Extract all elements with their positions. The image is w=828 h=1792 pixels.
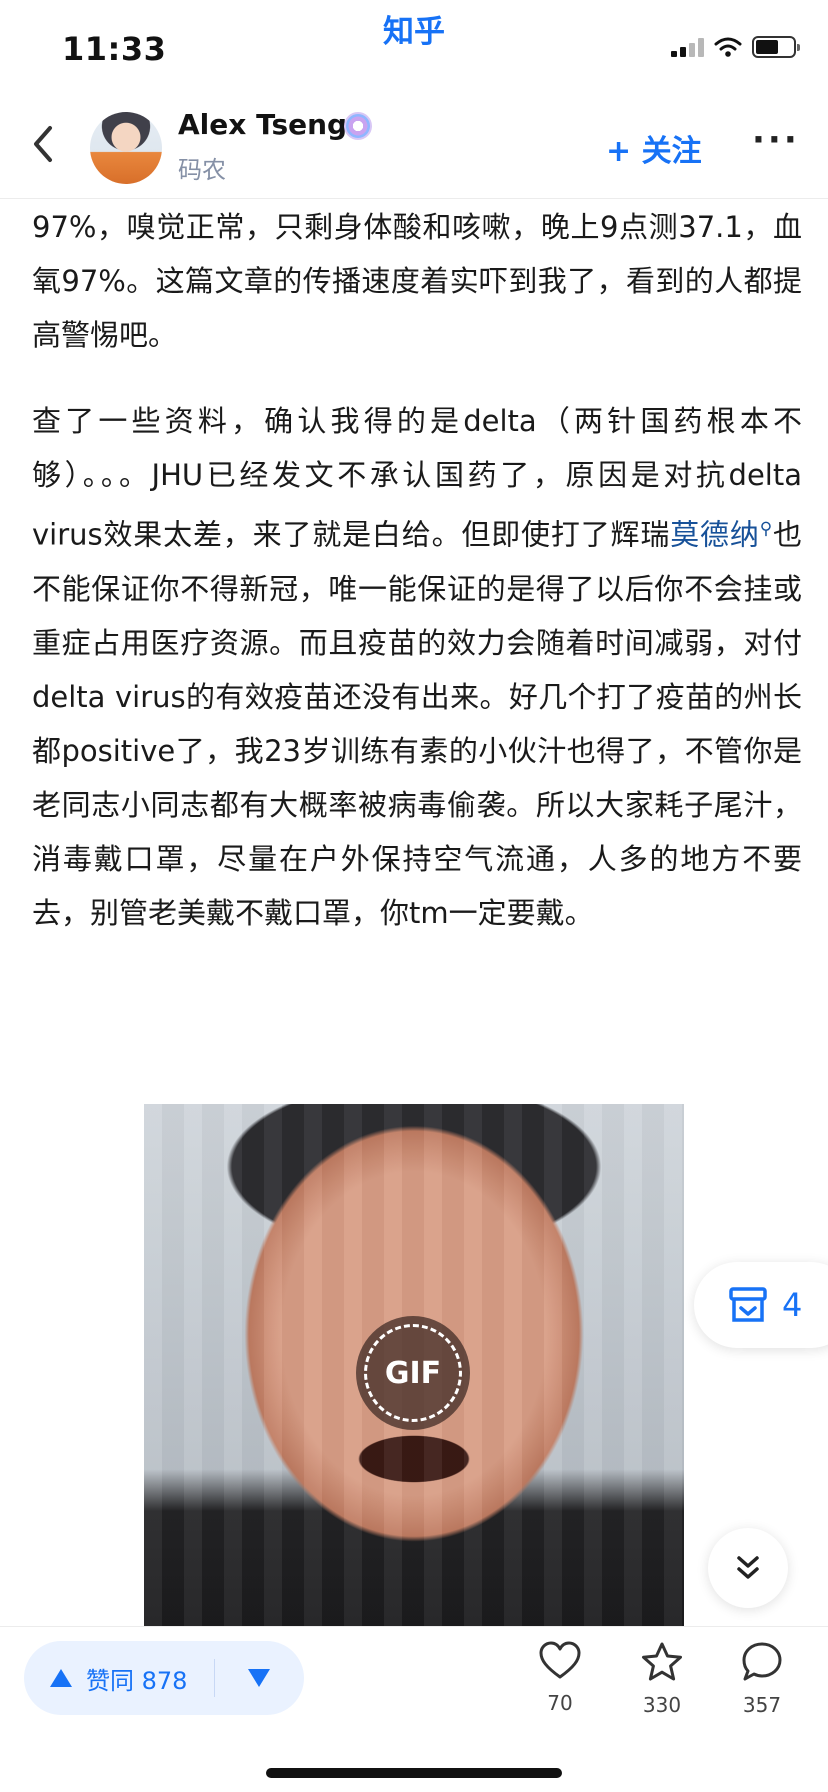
like-button[interactable]: 70 bbox=[520, 1641, 600, 1715]
collection-count: 4 bbox=[782, 1286, 803, 1324]
article-paragraph: 查了一些资料，确认我得的是delta（两针国药根本不够）。。。JHU已经发文不承… bbox=[32, 394, 802, 940]
scroll-to-next-button[interactable] bbox=[708, 1528, 788, 1608]
paragraph-text: 也不能保证你不得新冠，唯一能保证的是得了以后你不会挂或重症占用医疗资源。而且疫苗… bbox=[32, 517, 802, 930]
article-paragraph: 97%，嗅觉正常，只剩身体酸和咳嗽，晚上9点测37.1，血氧97%。这篇文章的传… bbox=[32, 210, 802, 352]
more-options-button[interactable]: ··· bbox=[752, 120, 800, 160]
gif-label: GIF bbox=[384, 1355, 442, 1391]
keyword-link[interactable]: 莫德纳 bbox=[670, 518, 760, 552]
comment-button[interactable]: 357 bbox=[722, 1641, 802, 1717]
gif-image[interactable]: GIF bbox=[144, 1104, 684, 1626]
verified-badge-icon bbox=[344, 112, 372, 140]
article-body: 97%，嗅觉正常，只剩身体酸和咳嗽，晚上9点测37.1，血氧97%。这篇文章的传… bbox=[32, 200, 802, 940]
home-indicator[interactable] bbox=[266, 1768, 562, 1778]
collection-box-icon bbox=[729, 1287, 767, 1322]
vote-up-button[interactable]: 赞同 878 bbox=[24, 1641, 214, 1715]
heart-icon bbox=[539, 1641, 581, 1679]
gif-play-badge[interactable]: GIF bbox=[356, 1316, 470, 1430]
battery-icon bbox=[752, 36, 800, 58]
favorite-button[interactable]: 330 bbox=[622, 1641, 702, 1717]
search-icon: ⚲ bbox=[759, 519, 773, 539]
wifi-icon bbox=[714, 37, 742, 57]
vote-up-label: 赞同 878 bbox=[86, 1666, 188, 1695]
cellular-signal-icon bbox=[671, 37, 704, 57]
chevron-left-icon bbox=[34, 126, 52, 162]
like-count: 70 bbox=[547, 1691, 573, 1715]
comment-bubble-icon bbox=[742, 1642, 782, 1681]
author-avatar[interactable] bbox=[90, 112, 162, 184]
screen: 11:33 知乎 Alex Tseng 码农 + 关注 ··· 97%，嗅觉正常… bbox=[0, 0, 828, 1792]
author-title: 码农 bbox=[178, 156, 226, 184]
double-chevron-down-icon bbox=[737, 1556, 759, 1579]
follow-button[interactable]: + 关注 bbox=[606, 126, 702, 170]
author-header: Alex Tseng 码农 + 关注 ··· bbox=[0, 92, 828, 199]
triangle-down-icon bbox=[248, 1669, 270, 1687]
collection-float-button[interactable]: 4 bbox=[694, 1262, 828, 1348]
vote-down-button[interactable] bbox=[215, 1641, 303, 1715]
star-icon bbox=[642, 1642, 682, 1681]
author-name[interactable]: Alex Tseng bbox=[178, 108, 347, 141]
status-bar: 11:33 知乎 bbox=[0, 0, 828, 92]
vote-group: 赞同 878 bbox=[24, 1641, 304, 1715]
favorite-count: 330 bbox=[642, 1693, 682, 1717]
back-button[interactable] bbox=[24, 122, 64, 166]
comment-count: 357 bbox=[742, 1693, 782, 1717]
triangle-up-icon bbox=[50, 1669, 72, 1687]
status-icons bbox=[671, 36, 800, 58]
